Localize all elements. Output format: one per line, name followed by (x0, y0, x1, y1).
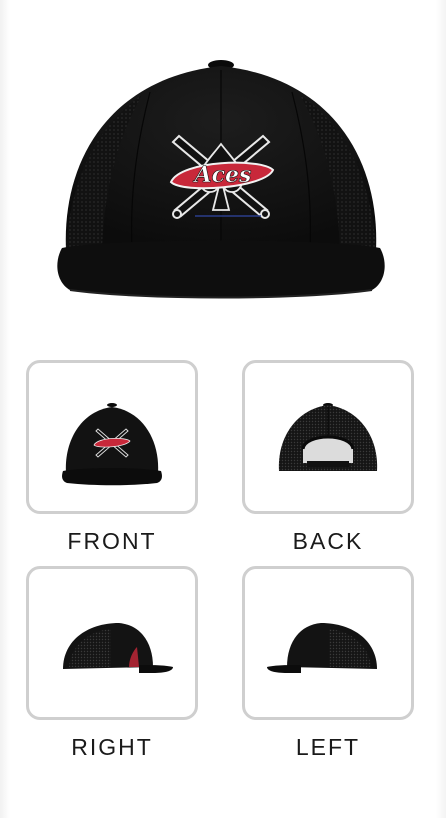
view-label-front: FRONT (67, 528, 157, 554)
view-thumbnail-front[interactable] (26, 360, 198, 514)
view-label-left: LEFT (295, 734, 361, 760)
svg-text:Aces: Aces (193, 162, 252, 188)
cap-right-icon (63, 623, 173, 673)
main-product-image: Aces (0, 0, 446, 320)
cap-back-icon (278, 403, 378, 471)
view-thumbnail-back[interactable] (242, 360, 414, 514)
cap-front-large-icon: Aces (57, 60, 385, 299)
view-thumbnail-left[interactable] (242, 566, 414, 720)
aces-logo-icon: Aces (169, 134, 275, 219)
view-thumbnail-right[interactable] (26, 566, 198, 720)
view-label-right: RIGHT (71, 734, 153, 760)
view-label-back: BACK (292, 528, 364, 554)
cap-front-icon (62, 403, 162, 486)
cap-left-icon (267, 623, 377, 673)
product-gallery: Aces FRONT BACK RIGHT LEFT (0, 0, 446, 818)
